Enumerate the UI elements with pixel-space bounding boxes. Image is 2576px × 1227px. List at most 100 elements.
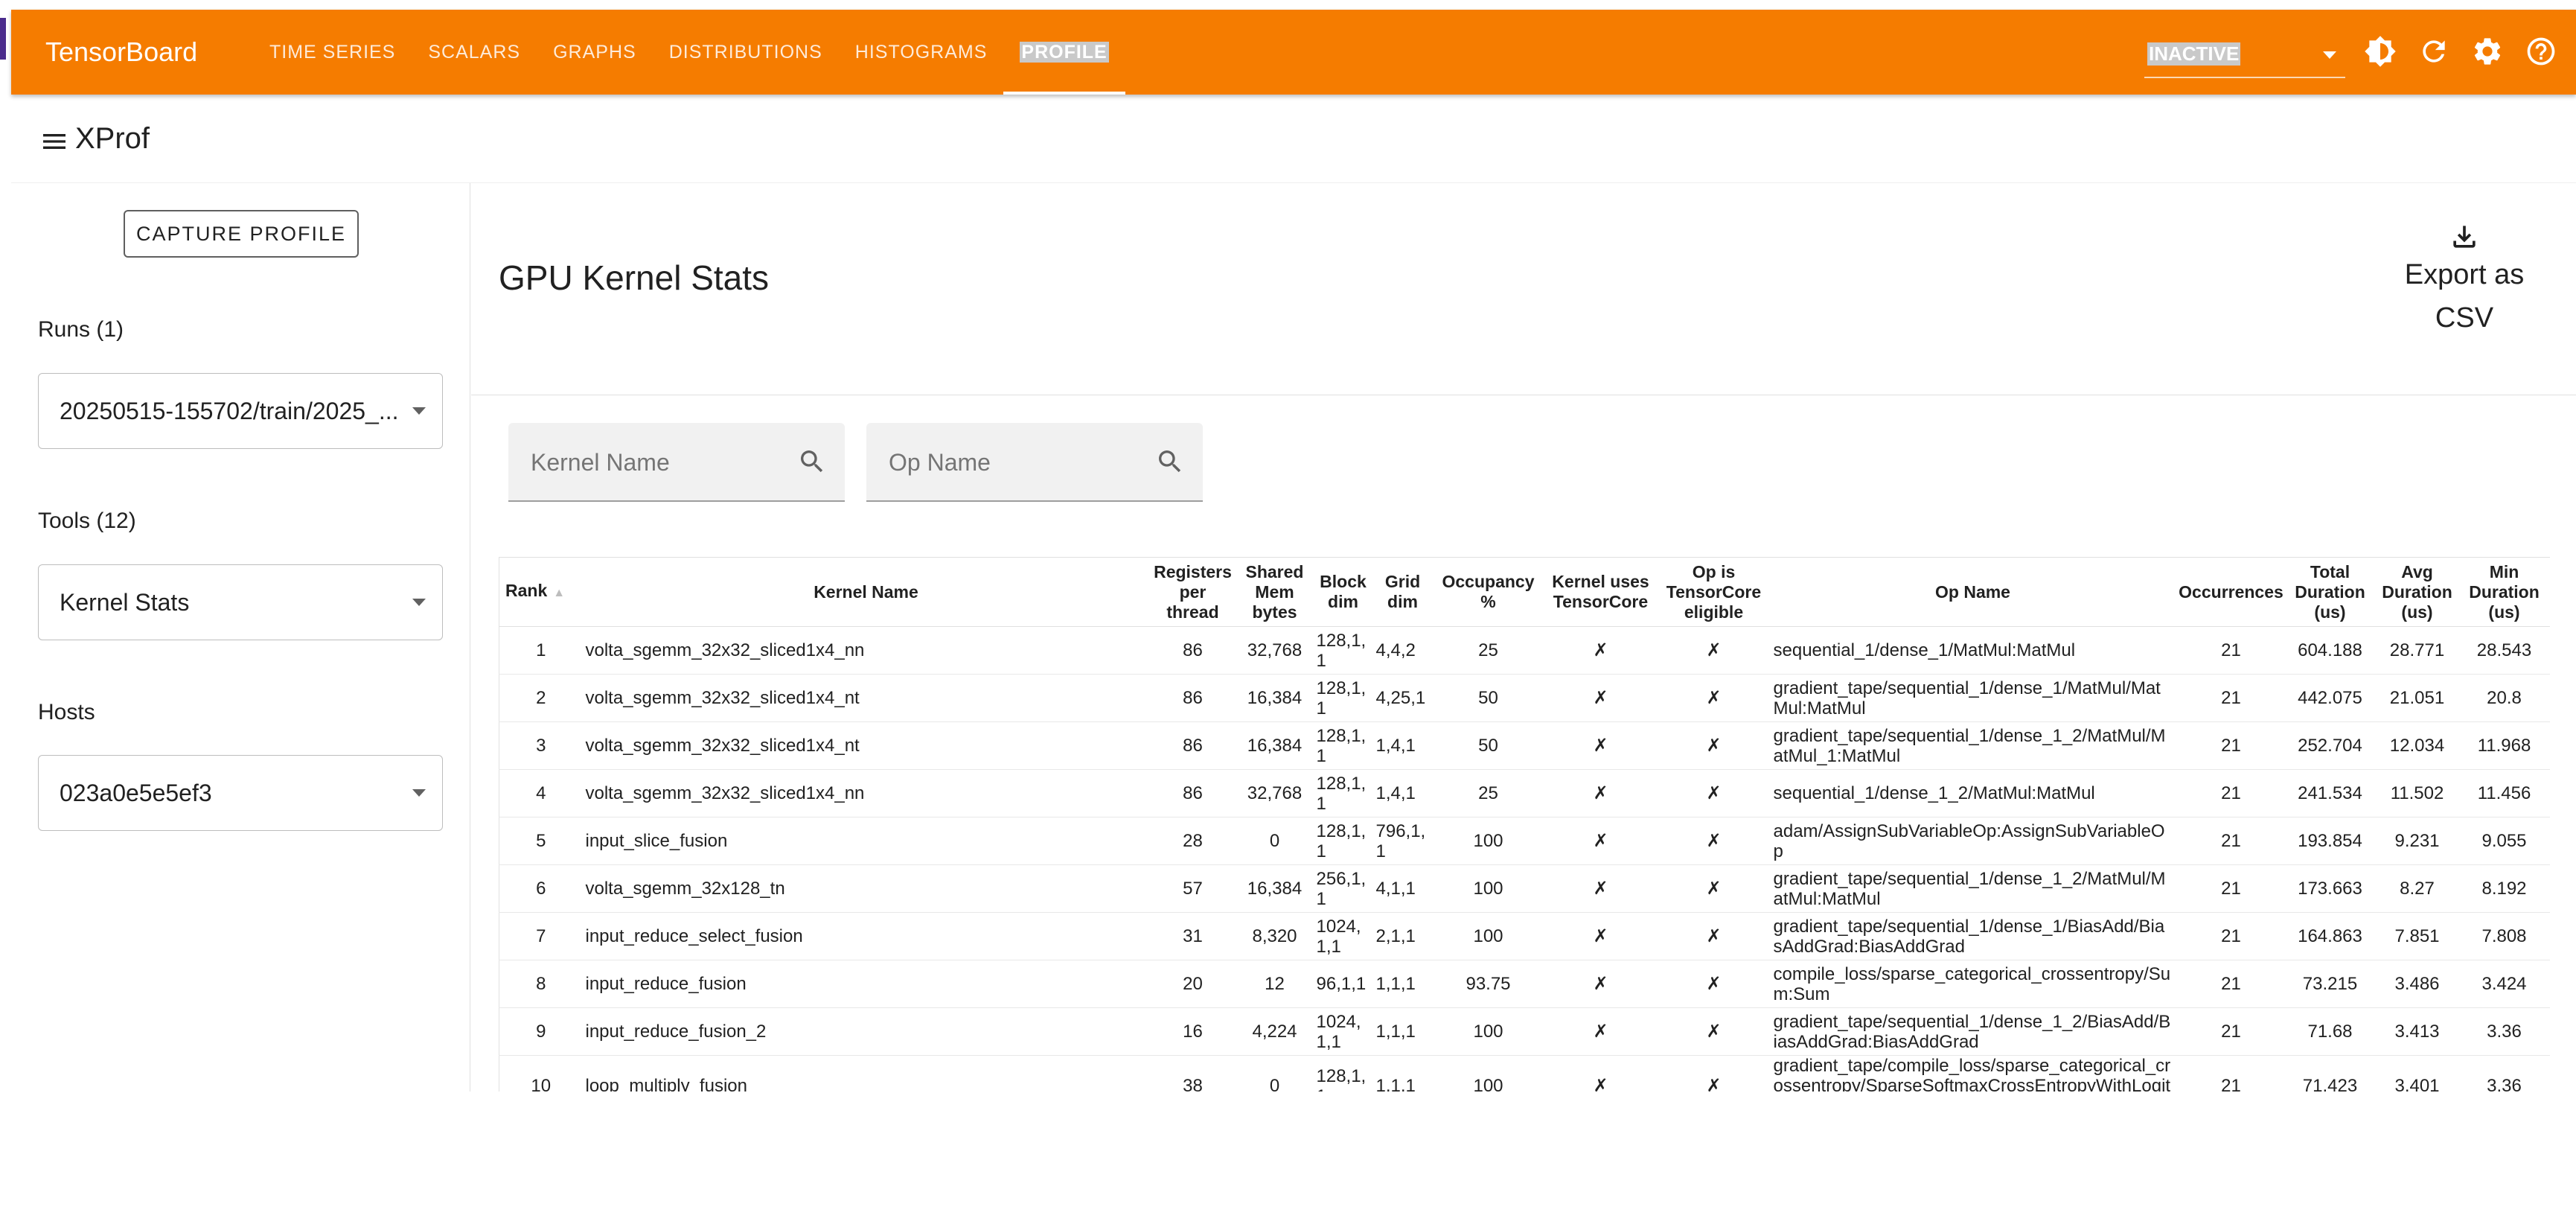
settings-icon[interactable] [2471, 35, 2504, 68]
column-header[interactable]: Occupancy % [1432, 557, 1544, 627]
table-row[interactable]: 7 input_reduce_select_fusion 31 8,320 1024,1… [499, 912, 2550, 960]
table-cell: 86 [1149, 626, 1236, 675]
table-cell: 29.408 [2547, 626, 2550, 675]
table-row[interactable]: 4 volta_sgemm_32x32_sliced1x4_nn 86 32,768 1… [499, 769, 2550, 818]
table-row[interactable]: 5 input_slice_fusion 28 0 128,1,1 796,1,1 100 ✗… [499, 817, 2550, 865]
table-cell: gradient_tape/sequential_1/dense_1_2/Bia… [1770, 1007, 2176, 1056]
column-header[interactable]: Block dim [1313, 557, 1373, 627]
table-cell: 8,320 [1236, 912, 1314, 960]
tab-distributions[interactable]: DISTRIBUTIONS [653, 10, 839, 95]
table-cell: 0 [1236, 1055, 1314, 1091]
column-header[interactable]: Rank ▲ [499, 557, 583, 627]
download-icon [2453, 226, 2476, 248]
table-cell: 3.36 [2461, 1055, 2548, 1091]
table-row[interactable]: 8 input_reduce_fusion 20 12 96,1,1 1,1,1 93.75… [499, 960, 2550, 1008]
column-header[interactable]: Avg Duration (us) [2373, 557, 2461, 627]
table-cell: gradient_tape/sequential_1/dense_1/MatMu… [1770, 674, 2176, 722]
tab-label: TIME SERIES [269, 42, 396, 63]
dark-mode-icon[interactable] [2364, 35, 2397, 68]
table-cell: 4,224 [1236, 1007, 1314, 1056]
table-row[interactable]: 3 volta_sgemm_32x32_sliced1x4_nt 86 16,384 1… [499, 721, 2550, 770]
column-header[interactable]: Grid dim [1372, 557, 1433, 627]
column-header[interactable]: Kernel uses TensorCore [1544, 557, 1658, 627]
column-header[interactable]: Op is TensorCore eligible [1657, 557, 1771, 627]
table-row[interactable]: 1 volta_sgemm_32x32_sliced1x4_nn 86 32,768 1… [499, 626, 2550, 675]
column-header[interactable]: Shared Mem bytes [1236, 557, 1314, 627]
tab-label: DISTRIBUTIONS [668, 42, 822, 63]
table-cell: gradient_tape/sequential_1/dense_1_2/Mat… [1770, 864, 2176, 913]
table-cell: 21 [2175, 1055, 2287, 1091]
table-row[interactable]: 9 input_reduce_fusion_2 16 4,224 1024,1,1 1,1… [499, 1007, 2550, 1056]
kernel-name-search-field[interactable] [508, 423, 845, 502]
brand-title: TensorBoard [45, 36, 198, 67]
table-cell: 1,1,1 [1372, 960, 1433, 1008]
table-cell: 164.863 [2286, 912, 2374, 960]
op-name-search-field[interactable] [866, 423, 1203, 502]
column-header[interactable]: Registers per thread [1149, 557, 1236, 627]
table-cell: 128,1,1 [1313, 817, 1373, 865]
op-name-search-input[interactable] [887, 445, 1143, 479]
chevron-down-icon [412, 407, 426, 415]
table-cell: 28.771 [2373, 626, 2461, 675]
column-header[interactable]: Occurrences [2175, 557, 2287, 627]
menu-icon[interactable] [39, 127, 69, 156]
hosts-label: Hosts [38, 700, 95, 724]
table-cell: ✗ [1544, 1007, 1658, 1056]
table-cell: 21 [2175, 817, 2287, 865]
table-cell: 21 [2175, 960, 2287, 1008]
table-cell: 3.424 [2461, 960, 2548, 1008]
table-cell: 50 [1432, 674, 1544, 722]
table-cell: 86 [1149, 674, 1236, 722]
table-row[interactable]: 10loop_multiply_fusion380128,1,11,1,1100… [499, 1055, 2550, 1091]
column-header[interactable]: Max Duration (us) [2547, 557, 2550, 627]
table-cell: 16,384 [1236, 674, 1314, 722]
table-cell: 96,1,1 [1313, 960, 1373, 1008]
tools-select[interactable]: Kernel Stats [38, 564, 443, 640]
table-cell: 21.051 [2373, 674, 2461, 722]
table-row[interactable]: 2 volta_sgemm_32x32_sliced1x4_nt 86 16,384 1… [499, 674, 2550, 722]
table-cell: 4,1,1 [1372, 864, 1433, 913]
help-icon[interactable] [2525, 35, 2557, 68]
hosts-select[interactable]: 023a0e5e5ef3 [38, 755, 443, 831]
table-cell: 8.448 [2547, 864, 2550, 913]
table-cell: ✗ [1544, 674, 1658, 722]
tab-profile[interactable]: PROFILE [1003, 10, 1126, 95]
tab-label: PROFILE [1020, 42, 1109, 63]
table-row[interactable]: 6 volta_sgemm_32x128_tn 57 16,384 256,1,1 4,1… [499, 864, 2550, 913]
column-header[interactable]: Op Name [1770, 557, 2176, 627]
runs-select[interactable]: 20250515-155702/train/2025_... [38, 373, 443, 449]
export-csv-button[interactable]: Export as CSV [2382, 220, 2546, 340]
column-header[interactable]: Total Duration (us) [2286, 557, 2374, 627]
table-cell: 3 [499, 721, 583, 770]
page-title: GPU Kernel Stats [499, 258, 770, 297]
table-cell: 11.584 [2547, 769, 2550, 818]
column-header-label: Rank [505, 581, 548, 600]
table-cell: 21 [2175, 864, 2287, 913]
tab-time-series[interactable]: TIME SERIES [253, 10, 412, 95]
table-cell: 21 [2175, 769, 2287, 818]
table-cell: 10 [499, 1055, 583, 1091]
table-cell: 21 [2175, 1007, 2287, 1056]
kernel-name-search-input[interactable] [529, 445, 785, 479]
column-header[interactable]: Min Duration (us) [2461, 557, 2548, 627]
tab-graphs[interactable]: GRAPHS [537, 10, 653, 95]
table-body: 1 volta_sgemm_32x32_sliced1x4_nn 86 32,768 1… [499, 626, 2550, 1091]
table-cell: ✗ [1657, 674, 1771, 722]
tab-scalars[interactable]: SCALARS [412, 10, 537, 95]
sidebar: CAPTURE PROFILE Runs (1) 20250515-155702… [11, 183, 470, 1091]
table-cell: 12.034 [2373, 721, 2461, 770]
table-cell: 28 [1149, 817, 1236, 865]
tab-histograms[interactable]: HISTOGRAMS [839, 10, 1004, 95]
table-cell: 4,25,1 [1372, 674, 1433, 722]
nav-tabs: TIME SERIES SCALARS GRAPHS DISTRIBUTIONS… [253, 10, 1126, 95]
reload-status-select[interactable]: INACTIVE [2144, 35, 2345, 78]
table-cell: 11.502 [2373, 769, 2461, 818]
sort-ascending-icon[interactable]: ▲ [553, 587, 565, 599]
table-cell: ✗ [1544, 1055, 1658, 1091]
column-header[interactable]: Kernel Name [582, 557, 1150, 627]
table-cell: volta_sgemm_32x128_tn [582, 864, 1150, 913]
capture-profile-button[interactable]: CAPTURE PROFILE [124, 210, 359, 258]
refresh-icon[interactable] [2417, 35, 2450, 68]
table-cell: ✗ [1657, 864, 1771, 913]
table-cell: 9.055 [2461, 817, 2548, 865]
